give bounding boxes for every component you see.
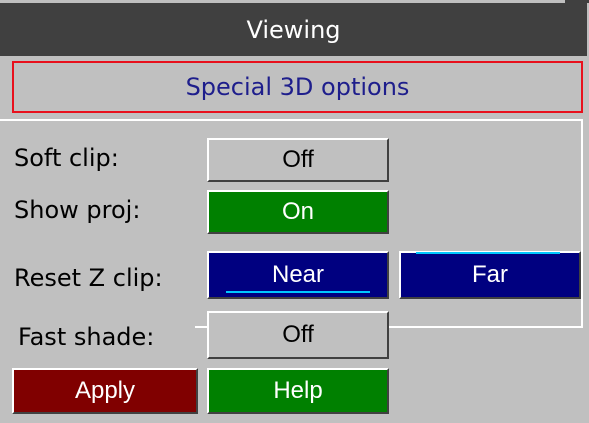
reset-z-clip-label: Reset Z clip:: [14, 263, 167, 293]
group-frame-top: [0, 119, 583, 121]
show-proj-label: Show proj:: [14, 195, 145, 225]
group-frame-right: [581, 119, 583, 328]
panel-title: Viewing: [0, 3, 587, 56]
viewing-panel: Viewing Special 3D options Soft clip: Of…: [0, 0, 589, 423]
far-selected-indicator: [416, 252, 560, 254]
fast-shade-toggle[interactable]: Off: [207, 311, 389, 359]
show-proj-toggle[interactable]: On: [207, 190, 389, 234]
soft-clip-toggle[interactable]: Off: [207, 138, 389, 182]
apply-button[interactable]: Apply: [12, 368, 198, 414]
reset-z-clip-far-button[interactable]: Far: [399, 251, 581, 299]
fast-shade-label: Fast shade:: [18, 322, 159, 352]
near-selected-indicator: [226, 291, 370, 293]
soft-clip-label: Soft clip:: [14, 143, 123, 173]
help-button[interactable]: Help: [207, 368, 389, 414]
special-3d-options-heading: Special 3D options: [12, 61, 583, 113]
